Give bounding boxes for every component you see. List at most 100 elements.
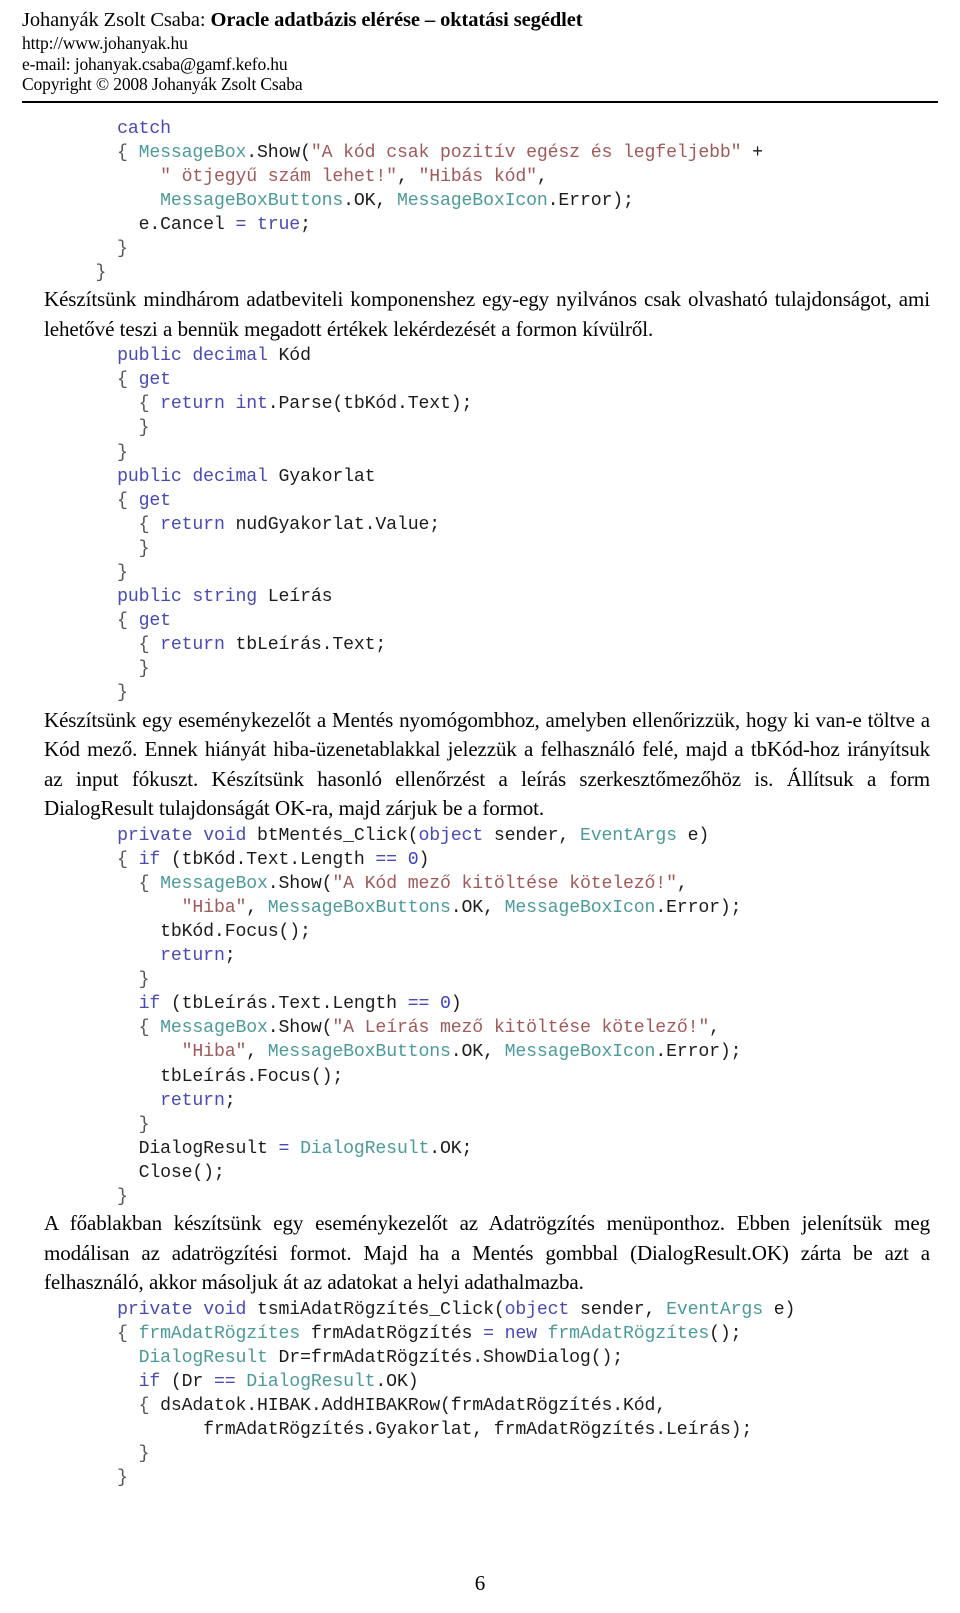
code-token: 0: [407, 849, 419, 870]
code-token: DialogResult: [300, 1138, 430, 1159]
code-token: Gyakorlat: [267, 466, 376, 487]
code-token: MessageBoxButtons: [267, 1042, 451, 1063]
code-token: +: [741, 142, 763, 163]
code-token: e): [762, 1299, 796, 1320]
code-token: ,: [709, 1018, 720, 1039]
code-token: }: [74, 563, 128, 583]
code-properties-block: public decimal Kód { get { return int.Pa…: [44, 344, 930, 705]
code-token: EventArgs: [579, 825, 677, 846]
code-token: }: [74, 263, 107, 284]
code-token: (Dr: [160, 1371, 214, 1392]
code-token: if: [138, 994, 161, 1015]
code-token: tsmiAdatRögzítés_Click(: [246, 1299, 505, 1320]
code-token: ,: [246, 897, 268, 918]
code-token: .Error);: [547, 190, 634, 211]
code-token: object: [418, 825, 484, 846]
code-token: =: [235, 214, 247, 235]
code-token: .OK;: [429, 1138, 473, 1159]
code-token: return: [160, 1090, 225, 1111]
code-token: catch: [117, 118, 171, 139]
code-token: }: [74, 418, 150, 439]
code-token: }: [74, 683, 128, 704]
code-token: public: [117, 346, 182, 367]
code-token: }: [74, 1114, 150, 1135]
code-token: ,: [246, 1042, 268, 1063]
code-token: true: [257, 214, 301, 235]
code-token: {: [74, 873, 161, 894]
code-token: if: [138, 849, 161, 870]
code-token: nudGyakorlat.Value;: [224, 514, 441, 535]
code-token: decimal: [192, 466, 268, 487]
code-token: ,: [536, 166, 548, 187]
code-token: "Hiba": [181, 1042, 247, 1063]
document-header: Johanyák Zsolt Csaba: Oracle adatbázis e…: [22, 8, 938, 103]
code-token: {: [74, 514, 161, 535]
code-token: ==: [375, 849, 397, 870]
header-divider: [22, 100, 938, 103]
code-token: btMentés_Click(: [246, 825, 419, 846]
code-token: (tbLeírás.Text.Length: [160, 994, 408, 1015]
code-token: }: [74, 970, 150, 991]
code-token: MessageBoxIcon: [504, 897, 656, 918]
code-token: frmAdatRögzítes: [547, 1323, 710, 1344]
code-token: 0: [440, 994, 451, 1015]
code-token: MessageBox: [160, 1018, 268, 1039]
code-token: }: [74, 238, 128, 259]
code-token: .Show(: [267, 1018, 333, 1039]
code-token: ();: [709, 1323, 742, 1344]
code-token: frmAdatRögzítés.Gyakorlat, frmAdatRögzít…: [74, 1420, 753, 1441]
code-token: MessageBoxIcon: [396, 190, 548, 211]
code-token: MessageBox: [138, 142, 247, 163]
code-token: frmAdatRögzítés: [300, 1323, 484, 1344]
code-token: object: [504, 1299, 570, 1320]
code-token: void: [203, 825, 247, 846]
code-token: Close();: [74, 1162, 225, 1183]
code-token: Leírás: [257, 587, 333, 608]
prose-save-handler: Készítsünk egy eseménykezelőt a Mentés n…: [44, 707, 930, 821]
code-token: new: [504, 1323, 537, 1344]
header-email: e-mail: johanyak.csaba@gamf.kefo.hu: [22, 53, 288, 74]
code-token: "Hiba": [181, 897, 247, 918]
code-token: e): [676, 825, 710, 846]
code-token: {: [74, 370, 139, 391]
code-token: .Parse(tbKód.Text);: [267, 394, 473, 415]
prose-readonly-properties: Készítsünk mindhárom adatbeviteli kompon…: [44, 287, 930, 341]
document-content: catch { MessageBox.Show("A kód csak pozi…: [22, 117, 938, 1491]
code-token: ): [418, 849, 430, 870]
code-catch-block: catch { MessageBox.Show("A kód csak pozi…: [44, 117, 930, 286]
code-token: (tbKód.Text.Length: [160, 849, 376, 870]
code-token: tbLeírás.Text;: [224, 635, 387, 656]
header-author: Johanyák Zsolt Csaba:: [22, 9, 211, 31]
code-token: get: [138, 611, 171, 632]
code-token: }: [74, 1468, 128, 1489]
header-copyright: Copyright © 2008 Johanyák Zsolt Csaba: [22, 74, 303, 94]
code-token: ;: [300, 214, 311, 235]
code-token: .OK,: [450, 1042, 505, 1063]
code-token: DialogResult: [138, 1347, 268, 1368]
code-token: MessageBoxIcon: [504, 1042, 656, 1063]
code-token: {: [74, 394, 161, 415]
code-btmentes-click: private void btMentés_Click(object sende…: [44, 824, 930, 1210]
code-token: {: [74, 1395, 161, 1416]
code-token: dsAdatok.HIBAK.AddHIBAKRow(frmAdatRögzít…: [160, 1395, 667, 1416]
code-token: ;: [224, 946, 236, 967]
code-token: public: [117, 466, 182, 487]
code-token: get: [138, 370, 171, 391]
code-token: =: [483, 1323, 494, 1344]
code-token: ;: [224, 1090, 236, 1111]
code-token: get: [138, 490, 171, 511]
code-token: ,: [396, 166, 419, 187]
